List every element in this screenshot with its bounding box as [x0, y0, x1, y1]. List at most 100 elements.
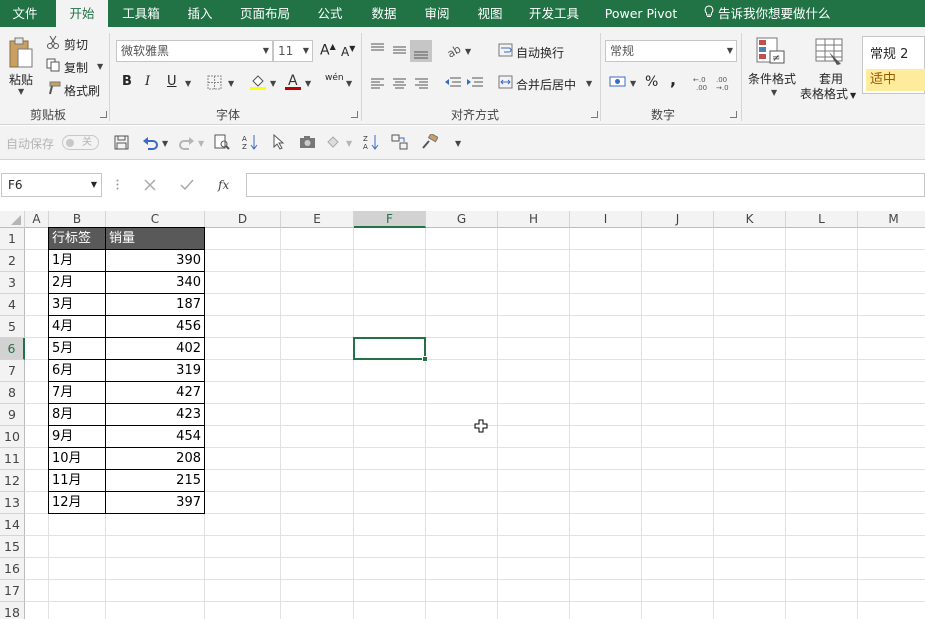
row-header-3[interactable]: 3 [0, 272, 25, 294]
table-cell-month[interactable]: 3月 [49, 294, 105, 315]
decrease-decimal-icon[interactable]: .00 →.0 [716, 74, 734, 95]
style-neutral[interactable]: 适中 [866, 69, 925, 91]
fill-color-dropdown-icon[interactable]: ▼ [270, 79, 276, 88]
borders-icon[interactable] [207, 75, 222, 93]
align-middle-icon[interactable] [392, 45, 407, 60]
increase-indent-icon[interactable] [466, 76, 484, 92]
number-launcher-icon[interactable] [730, 111, 737, 118]
undo-dropdown-icon[interactable]: ▼ [162, 139, 168, 148]
shape-fill-dropdown-icon[interactable]: ▼ [346, 139, 352, 148]
align-center-icon[interactable] [392, 77, 407, 92]
insert-function-icon[interactable]: fx [218, 178, 229, 192]
tab-toolbox[interactable]: 工具箱 [114, 0, 168, 27]
format-as-table-button[interactable]: 表格格式 ▼ [800, 85, 856, 102]
font-name-combo[interactable]: 微软雅黑 ▼ [116, 40, 273, 62]
align-top-icon[interactable] [370, 42, 385, 57]
phonetic-dropdown-icon[interactable]: ▼ [346, 79, 352, 88]
redo-dropdown-icon[interactable]: ▼ [198, 139, 204, 148]
row-header-15[interactable]: 15 [0, 536, 25, 558]
conditional-formatting-dropdown-icon[interactable]: ▼ [771, 88, 777, 97]
fill-handle[interactable] [422, 356, 428, 362]
format-painter-button[interactable]: 格式刷 [64, 82, 100, 99]
table-cell-sales[interactable]: 423 [106, 404, 204, 425]
column-header-k[interactable]: K [714, 211, 786, 228]
sort-ascending-icon[interactable]: AZ [242, 134, 258, 153]
comma-button[interactable]: , [670, 70, 676, 89]
bold-button[interactable]: B [122, 74, 132, 89]
shape-fill-icon[interactable] [325, 135, 342, 152]
column-header-d[interactable]: D [205, 211, 281, 228]
table-cell-month[interactable]: 10月 [49, 448, 105, 469]
row-header-6[interactable]: 6 [0, 338, 25, 360]
redo-icon[interactable] [177, 135, 195, 153]
fit-icon[interactable] [391, 134, 408, 153]
orientation-dropdown-icon[interactable]: ▼ [465, 47, 471, 56]
undo-icon[interactable] [142, 135, 160, 153]
row-header-12[interactable]: 12 [0, 470, 25, 492]
row-header-2[interactable]: 2 [0, 250, 25, 272]
brush-icon[interactable] [421, 132, 439, 153]
column-header-c[interactable]: C [106, 211, 205, 228]
column-header-g[interactable]: G [426, 211, 498, 228]
number-format-combo[interactable]: 常规 ▼ [605, 40, 737, 62]
paste-button[interactable]: 粘贴 [9, 71, 33, 88]
row-header-7[interactable]: 7 [0, 360, 25, 382]
table-cell-sales[interactable]: 215 [106, 470, 204, 491]
table-cell-month[interactable]: 5月 [49, 338, 105, 359]
table-cell-sales[interactable]: 187 [106, 294, 204, 315]
table-cell-month[interactable]: 6月 [49, 360, 105, 381]
table-cell-month[interactable]: 12月 [49, 492, 105, 513]
paste-dropdown-icon[interactable]: ▼ [18, 87, 24, 96]
table-cell-month[interactable]: 8月 [49, 404, 105, 425]
tab-data[interactable]: 数据 [360, 0, 408, 27]
table-cell-sales[interactable]: 208 [106, 448, 204, 469]
column-header-i[interactable]: I [570, 211, 642, 228]
table-cell-month[interactable]: 7月 [49, 382, 105, 403]
formula-input[interactable] [246, 173, 925, 197]
column-header-l[interactable]: L [786, 211, 858, 228]
table-cell-sales[interactable]: 340 [106, 272, 204, 293]
cut-button[interactable]: 剪切 [64, 36, 88, 53]
style-normal2[interactable]: 常规 2 [870, 43, 908, 62]
row-header-18[interactable]: 18 [0, 602, 25, 619]
fill-color-icon[interactable] [249, 73, 267, 94]
enter-icon[interactable] [180, 179, 194, 194]
currency-icon[interactable] [609, 74, 627, 93]
sort-descending-icon[interactable]: ZA [363, 134, 379, 153]
table-header-sales[interactable]: 销量 [106, 228, 204, 249]
save-icon[interactable] [114, 135, 129, 153]
table-cell-month[interactable]: 11月 [49, 470, 105, 491]
tab-page-layout[interactable]: 页面布局 [232, 0, 298, 27]
camera-icon[interactable] [299, 135, 316, 152]
table-cell-sales[interactable]: 390 [106, 250, 204, 271]
select-all-corner[interactable] [0, 211, 25, 228]
row-header-5[interactable]: 5 [0, 316, 25, 338]
customize-qat-icon[interactable]: ▼ [455, 139, 461, 148]
merge-dropdown-icon[interactable]: ▼ [586, 79, 592, 88]
table-cell-month[interactable]: 9月 [49, 426, 105, 447]
print-preview-icon[interactable] [214, 134, 230, 153]
tab-review[interactable]: 审阅 [413, 0, 461, 27]
tab-view[interactable]: 视图 [466, 0, 514, 27]
table-cell-sales[interactable]: 319 [106, 360, 204, 381]
column-header-m[interactable]: M [858, 211, 925, 228]
column-header-h[interactable]: H [498, 211, 570, 228]
table-cell-sales[interactable]: 397 [106, 492, 204, 513]
tab-file[interactable]: 文件 [0, 0, 50, 27]
worksheet-grid[interactable]: ABCDEFGHIJKLM 1 2 3 4 5 6 7 8 9 10 11 12 13 14 15 16 17 1… [0, 211, 925, 619]
underline-dropdown-icon[interactable]: ▼ [185, 79, 191, 88]
align-bottom-icon[interactable] [410, 40, 432, 62]
table-header-label[interactable]: 行标签 [49, 228, 105, 249]
cancel-icon[interactable] [144, 179, 156, 194]
font-color-icon[interactable]: A [284, 72, 302, 94]
align-right-icon[interactable] [414, 77, 429, 92]
column-header-a[interactable]: A [25, 211, 49, 228]
font-color-dropdown-icon[interactable]: ▼ [305, 79, 311, 88]
alignment-launcher-icon[interactable] [591, 111, 598, 118]
borders-dropdown-icon[interactable]: ▼ [228, 79, 234, 88]
copy-button[interactable]: 复制 [64, 59, 88, 76]
copy-dropdown-icon[interactable]: ▼ [97, 62, 103, 71]
percent-button[interactable]: % [645, 74, 658, 90]
column-header-b[interactable]: B [49, 211, 106, 228]
table-cell-month[interactable]: 1月 [49, 250, 105, 271]
